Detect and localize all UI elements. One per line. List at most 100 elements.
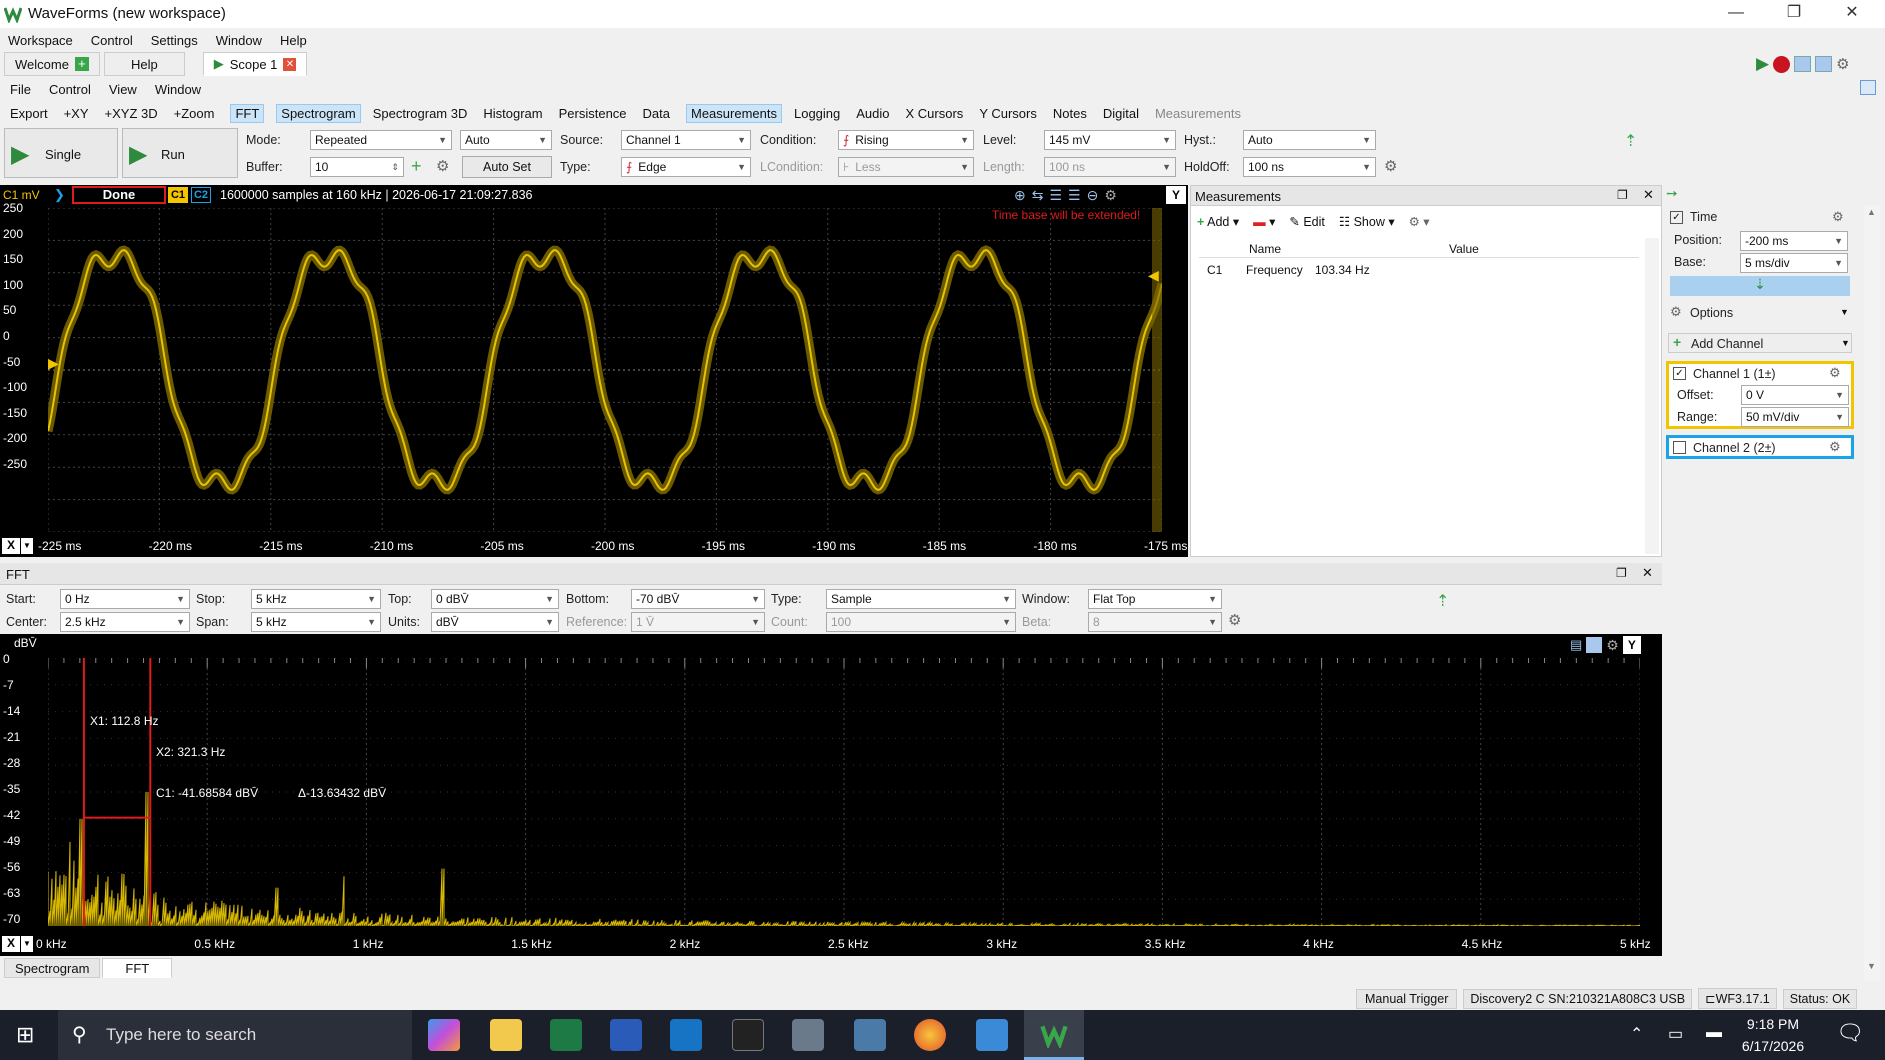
zoom-out-icon[interactable]: ⊖ (1087, 187, 1099, 204)
tab-welcome[interactable]: Welcome + (4, 52, 100, 76)
instrument-export-button[interactable]: Export (10, 106, 48, 121)
scope-plot[interactable]: 250 200 150 100 50 0 -50 -100 -150 -200 -250 Time … (0, 201, 1188, 557)
scope-trace-area[interactable] (48, 208, 1162, 532)
hyst-select[interactable]: Auto ▼ (1243, 130, 1376, 150)
auto-set-button[interactable]: Auto Set (462, 156, 552, 178)
float-panel-icon[interactable]: ❐ (1616, 566, 1627, 580)
mode-auto-select[interactable]: Auto ▼ (460, 130, 552, 150)
source-select[interactable]: Channel 1 ▼ (621, 130, 751, 150)
close-panel-icon[interactable]: ✕ (1643, 187, 1654, 203)
clock-time[interactable]: 9:18 PM (1728, 1016, 1818, 1032)
side-panel-scrollbar[interactable]: ▲ ▼ (1864, 205, 1880, 981)
edit-measurement-button[interactable]: ✎ Edit (1289, 214, 1325, 229)
instrument-spectrogram-3d-button[interactable]: Spectrogram 3D (373, 106, 468, 121)
window-select[interactable]: Flat Top ▼ (1088, 589, 1222, 609)
menu-control[interactable]: Control (91, 33, 133, 48)
holdoff-select[interactable]: 100 ns ▼ (1243, 157, 1376, 177)
firefox-icon[interactable] (914, 1019, 946, 1051)
menu-settings[interactable]: Settings (151, 33, 198, 48)
instrument-histogram-button[interactable]: Histogram (483, 106, 542, 121)
buffer-stepper[interactable]: 10 ⇕ (310, 157, 404, 177)
x-axis-button[interactable]: X (2, 538, 20, 554)
menu-window[interactable]: Window (216, 33, 262, 48)
scroll-down-icon[interactable]: ▼ (1867, 961, 1876, 971)
close-window-button[interactable]: ✕ (1824, 0, 1880, 28)
tab-scope-1[interactable]: ▶ Scope 1 ✕ (202, 52, 308, 76)
instrument--xy-button[interactable]: +XY (64, 106, 89, 121)
battery-icon[interactable]: ▬ (1706, 1024, 1722, 1042)
length-select[interactable]: 100 ns ▼ (1044, 157, 1176, 177)
options-button[interactable]: ⚙ Options ▼ (1668, 303, 1852, 323)
collapse-right-arrow-icon[interactable]: ➙ (1666, 185, 1678, 202)
instrument-spectrogram-button[interactable]: Spectrogram (276, 103, 361, 123)
instrument-data-button[interactable]: Data (643, 106, 670, 121)
scope-menu-view[interactable]: View (109, 82, 137, 97)
add-measurement-button[interactable]: + Add ▾ (1197, 214, 1239, 229)
start-select[interactable]: 0 Hz ▼ (60, 589, 190, 609)
table-row[interactable]: C1 Frequency 103.34 Hz (1199, 259, 1639, 279)
c2-toggle[interactable]: C2 (191, 187, 211, 203)
expand-down-arrow-icon[interactable]: ⇣ (1670, 276, 1850, 296)
taskbar-search[interactable]: ⚲ Type here to search (58, 1010, 412, 1060)
float-panel-icon[interactable]: ❐ (1617, 188, 1628, 202)
channel-1-settings-gear-icon[interactable]: ⚙ (1829, 365, 1841, 381)
plot-settings-gear-icon[interactable]: ⚙ (1104, 187, 1117, 204)
collapse-up-arrow-icon[interactable]: ⇡ (1624, 131, 1637, 151)
autoscale-icon[interactable]: ☰ (1049, 187, 1062, 204)
position-select[interactable]: -200 ms ▼ (1740, 231, 1848, 251)
lcondition-select[interactable]: ⊦ Less ▼ (838, 157, 974, 177)
manual-trigger-button[interactable]: Manual Trigger (1356, 988, 1458, 1009)
offset-select[interactable]: 0 V ▼ (1741, 385, 1849, 405)
fft-y-axis-button[interactable]: Y (1622, 636, 1641, 654)
remove-measurement-button[interactable]: ▬ ▾ (1253, 214, 1275, 229)
fft-x-axis-button[interactable]: X (2, 936, 20, 952)
close-tab-icon[interactable]: ✕ (283, 57, 297, 71)
chevron-down-icon[interactable]: ▼ (21, 538, 33, 554)
zoom-in-icon[interactable]: ⊕ (1014, 187, 1026, 204)
add-buffer-icon[interactable]: + (411, 156, 422, 177)
base-select[interactable]: 5 ms/div ▼ (1740, 253, 1848, 273)
beta-select[interactable]: 8 ▼ (1088, 612, 1222, 632)
instrument--xyz-3d-button[interactable]: +XYZ 3D (105, 106, 158, 121)
channel-2-settings-gear-icon[interactable]: ⚙ (1829, 439, 1841, 455)
restore-button[interactable]: ❐ (1766, 0, 1822, 28)
reference-select[interactable]: 1 V̄ ▼ (631, 612, 765, 632)
instrument-measurements-button[interactable]: Measurements (686, 103, 782, 123)
y-axis-button[interactable]: Y (1166, 186, 1186, 204)
minimize-button[interactable]: — (1708, 0, 1764, 28)
show-measurement-button[interactable]: ☷ Show ▾ (1339, 214, 1395, 229)
range-select[interactable]: 50 mV/div ▼ (1741, 407, 1849, 427)
tab-spectrogram[interactable]: Spectrogram (4, 958, 101, 978)
scope-menu-control[interactable]: Control (49, 82, 91, 97)
layout-icon[interactable] (1794, 56, 1812, 72)
settings-gear-icon[interactable]: ⚙ (1836, 55, 1849, 73)
export-icon[interactable]: ▤ (1570, 637, 1582, 653)
time-checkbox[interactable]: ✓ (1670, 211, 1683, 224)
copilot-icon[interactable] (428, 1019, 460, 1051)
instrument-measurements-button[interactable]: Measurements (1155, 106, 1241, 121)
c1-toggle[interactable]: C1 (168, 187, 188, 203)
terminal-icon[interactable] (732, 1019, 764, 1051)
menu-help[interactable]: Help (280, 33, 307, 48)
scroll-up-icon[interactable]: ▲ (1867, 207, 1876, 217)
scope-menu-window[interactable]: Window (155, 82, 201, 97)
measurement-settings-gear-icon[interactable]: ⚙ ▾ (1409, 214, 1430, 229)
instrument-y-cursors-button[interactable]: Y Cursors (979, 106, 1037, 121)
paint-icon[interactable] (976, 1019, 1008, 1051)
network-icon[interactable]: ▭ (1668, 1024, 1683, 1044)
record-icon[interactable] (1773, 55, 1791, 73)
tab-fft[interactable]: FFT (102, 958, 173, 978)
add-channel-button[interactable]: + Add Channel ▼ (1668, 333, 1852, 353)
menu-workspace[interactable]: Workspace (8, 33, 73, 48)
mode-select[interactable]: Repeated ▼ (310, 130, 452, 150)
fit-icon[interactable]: ☰ (1068, 187, 1081, 204)
stop-select[interactable]: 5 kHz ▼ (251, 589, 381, 609)
fft-trace-area[interactable] (48, 658, 1640, 926)
waveforms-taskbar-button[interactable] (1024, 1010, 1084, 1060)
measurements-scrollbar[interactable] (1645, 238, 1659, 554)
calculator-icon[interactable] (792, 1019, 824, 1051)
dock-icon[interactable] (1860, 80, 1876, 95)
tab-help[interactable]: Help (103, 52, 185, 76)
instrument-audio-button[interactable]: Audio (856, 106, 889, 121)
chevron-down-icon[interactable]: ▼ (21, 936, 33, 952)
